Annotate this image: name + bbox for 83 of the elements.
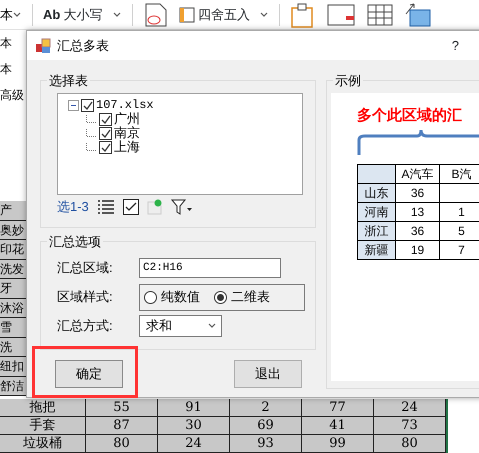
table-cell: A汽车 bbox=[396, 164, 440, 183]
table-cell: 洗 bbox=[0, 338, 26, 357]
caret-icon bbox=[208, 323, 217, 329]
form-icon[interactable] bbox=[326, 2, 356, 28]
table-cell: 80 bbox=[86, 435, 158, 453]
table-cell: 24 bbox=[158, 435, 230, 453]
checkbox-icon[interactable] bbox=[122, 199, 139, 215]
caret-icon[interactable] bbox=[112, 12, 122, 18]
tree-connector bbox=[86, 115, 97, 123]
advanced-label: 高级 bbox=[0, 87, 24, 104]
group-title: 汇总选项 bbox=[48, 234, 102, 248]
checkbox[interactable] bbox=[99, 112, 112, 126]
table-cell: 41 bbox=[302, 417, 374, 435]
table-cell: 73 bbox=[374, 417, 446, 435]
case-button[interactable]: Ab 大小写 bbox=[43, 4, 103, 24]
table-cell bbox=[358, 164, 396, 183]
help-button[interactable]: ? bbox=[452, 36, 459, 56]
round-button[interactable]: 四舍五入 bbox=[178, 4, 250, 24]
list-icon[interactable] bbox=[96, 199, 115, 215]
checkbox[interactable] bbox=[99, 126, 112, 140]
checkbox[interactable] bbox=[99, 140, 112, 154]
table-cell: 手套 bbox=[0, 417, 86, 435]
exit-button[interactable]: 退出 bbox=[234, 360, 302, 388]
brace-icon bbox=[357, 128, 479, 158]
table-cell: 雪 bbox=[0, 318, 26, 338]
group-title: 选择表 bbox=[48, 74, 89, 87]
table-cell: 30 bbox=[158, 417, 230, 435]
table-cell: 80 bbox=[374, 435, 446, 453]
table-cell: 93 bbox=[230, 435, 302, 453]
table-cell: 36 bbox=[396, 183, 440, 202]
caret-icon[interactable] bbox=[13, 12, 22, 18]
field-label: 汇总区域: bbox=[57, 259, 114, 278]
table-cell: 奥妙 bbox=[0, 220, 26, 240]
window-title: 汇总多表 bbox=[57, 36, 110, 55]
table-cell: 拖把 bbox=[0, 399, 86, 417]
collapse-icon[interactable] bbox=[68, 100, 79, 110]
table-cell: 舒洁 bbox=[0, 376, 26, 396]
ok-button[interactable]: 确定 bbox=[55, 360, 123, 388]
tree-connector bbox=[86, 143, 97, 151]
field-label: 汇总方式: bbox=[57, 317, 114, 336]
document-icon[interactable] bbox=[142, 2, 169, 28]
input-field[interactable]: C2:H16 bbox=[139, 258, 281, 278]
table-cell: 沐浴 bbox=[0, 298, 26, 318]
table-cell: 87 bbox=[86, 417, 158, 435]
checkbox[interactable] bbox=[81, 98, 94, 112]
table-cell: 河南 bbox=[358, 202, 396, 221]
table-cell: 99 bbox=[302, 435, 374, 453]
table-cell: 浙江 bbox=[358, 221, 396, 240]
table-cell: 产 bbox=[0, 201, 26, 220]
table-cell: 55 bbox=[86, 399, 158, 417]
table-cell: 洗发 bbox=[0, 260, 26, 279]
group-title: 示例 bbox=[334, 74, 362, 87]
table-cell: 牙 bbox=[0, 279, 26, 298]
radio-option[interactable]: 纯数值 bbox=[144, 287, 200, 307]
field-label: 区域样式: bbox=[57, 288, 114, 306]
table-cell: 91 bbox=[158, 399, 230, 417]
transpose-icon[interactable] bbox=[404, 2, 432, 28]
table-cell: 36 bbox=[396, 221, 440, 240]
table-cell: B汽 bbox=[440, 164, 479, 183]
table-cell: 19 bbox=[396, 240, 440, 259]
font-label: 本 bbox=[0, 61, 12, 78]
table-cell: 垃圾桶 bbox=[0, 435, 86, 453]
range-label: 选1-3 bbox=[57, 198, 89, 216]
table-cell: 24 bbox=[374, 399, 446, 417]
table-cell: 69 bbox=[230, 417, 302, 435]
tree-connector bbox=[86, 129, 97, 137]
table-cell: 山东 bbox=[358, 183, 396, 202]
example-caption: 多个此区域的汇 bbox=[357, 106, 463, 126]
font-label: 本 bbox=[0, 35, 12, 52]
clipboard-icon[interactable] bbox=[290, 2, 316, 28]
filter-icon[interactable] bbox=[170, 199, 193, 215]
caret-icon[interactable] bbox=[260, 12, 269, 18]
table-cell: 纽扣 bbox=[0, 357, 26, 376]
table-cell: 77 bbox=[302, 399, 374, 417]
method-dropdown[interactable]: 求和 bbox=[139, 315, 222, 337]
app-icon bbox=[35, 38, 51, 54]
font-label: 本 bbox=[0, 6, 13, 24]
table-cell: 13 bbox=[396, 202, 440, 221]
radio-option[interactable]: 二维表 bbox=[214, 287, 270, 307]
table-cell: 2 bbox=[230, 399, 302, 417]
table-icon[interactable] bbox=[366, 2, 394, 28]
table-cell: 印花 bbox=[0, 240, 26, 260]
table-cell: 新疆 bbox=[358, 240, 396, 259]
